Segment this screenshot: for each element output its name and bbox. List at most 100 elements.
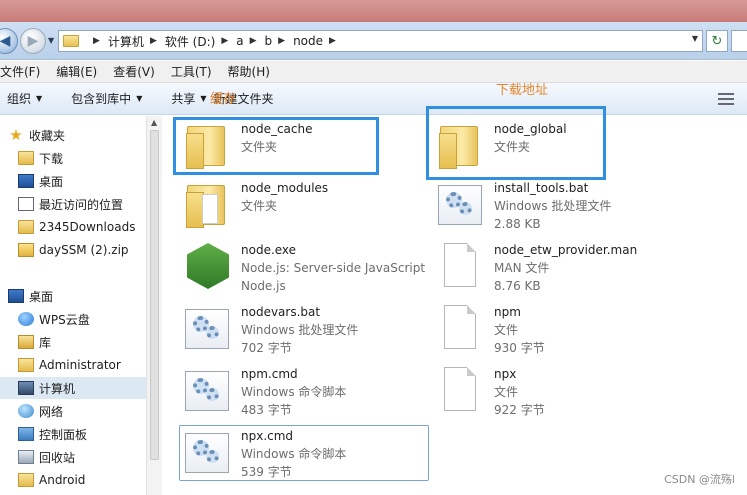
title-bar xyxy=(0,0,747,22)
view-options-icon[interactable] xyxy=(718,90,734,106)
organize-button[interactable]: 组织 ▼ xyxy=(7,90,42,107)
batch-file-icon xyxy=(183,303,233,353)
nav-control-panel[interactable]: 控制面板 xyxy=(18,423,164,445)
nav-wps-cloud[interactable]: WPS云盘 xyxy=(18,308,164,330)
refresh-button[interactable]: ↻ xyxy=(706,30,728,52)
menu-view[interactable]: 查看(V) xyxy=(113,63,163,80)
file-item[interactable]: npx 文件 922 字节 xyxy=(436,365,545,419)
chevron-up-icon[interactable]: ▲ xyxy=(151,118,157,127)
file-type: MAN 文件 xyxy=(494,261,550,275)
organize-label: 组织 xyxy=(7,92,32,106)
chevron-right-icon[interactable]: ▶ xyxy=(150,36,157,46)
chevron-right-icon[interactable]: ▶ xyxy=(250,36,257,46)
nav-network[interactable]: 网络 xyxy=(18,400,164,422)
nav-label: 桌面 xyxy=(39,174,64,189)
scrollbar-thumb[interactable] xyxy=(150,130,159,460)
nav-downloads[interactable]: 下载 xyxy=(18,147,164,169)
share-button[interactable]: 共享 ▼ xyxy=(171,90,206,107)
nav-label: daySSM (2).zip xyxy=(39,243,129,257)
nav-label: 下载 xyxy=(39,151,64,166)
library-icon xyxy=(18,335,34,349)
nav-favorites[interactable]: ★ 收藏夹 xyxy=(8,124,154,146)
nav-desktop[interactable]: 桌面 xyxy=(8,285,154,307)
nav-desktop-fav[interactable]: 桌面 xyxy=(18,170,164,192)
file-size: 930 字节 xyxy=(494,341,545,355)
file-name: install_tools.bat xyxy=(494,181,589,195)
nav-label: Android xyxy=(39,473,86,487)
file-name: node_global xyxy=(494,122,567,136)
annotation-global: 下载地址 xyxy=(496,83,549,98)
nav-scrollbar[interactable]: ▲ xyxy=(146,116,162,495)
breadcrumb-a[interactable]: a xyxy=(236,34,243,48)
watermark: CSDN @流殇l xyxy=(664,473,735,486)
breadcrumb-drive[interactable]: 软件 (D:) xyxy=(165,33,215,50)
file-item[interactable]: install_tools.bat Windows 批处理文件 2.88 KB xyxy=(436,179,611,233)
history-dropdown-icon[interactable]: ▼ xyxy=(48,36,54,45)
file-size: 539 字节 xyxy=(241,465,292,479)
nav-label: 收藏夹 xyxy=(29,128,66,143)
file-type: 文件夹 xyxy=(241,140,278,154)
breadcrumb-node[interactable]: node xyxy=(293,34,323,48)
search-input[interactable] xyxy=(731,30,747,52)
nav-computer[interactable]: 计算机 xyxy=(0,377,146,399)
file-type: 文件 xyxy=(494,385,519,399)
file-item[interactable]: node.exe Node.js: Server-side JavaScript… xyxy=(183,241,425,295)
address-dropdown-icon[interactable]: ▼ xyxy=(692,34,698,43)
nav-recent[interactable]: 最近访问的位置 xyxy=(18,193,164,215)
navigation-pane: ★ 收藏夹 下载 桌面 最近访问的位置 2345Downloads daySSM… xyxy=(0,116,146,495)
nav-label: 桌面 xyxy=(29,289,54,304)
nav-administrator[interactable]: Administrator xyxy=(18,354,164,376)
file-name: node_etw_provider.man xyxy=(494,243,638,257)
file-list: node_cache 文件夹 node_global 文件夹 node_modu… xyxy=(163,106,747,495)
file-item[interactable]: npm.cmd Windows 命令脚本 483 字节 xyxy=(183,365,346,419)
breadcrumb-b[interactable]: b xyxy=(265,34,273,48)
nav-libraries[interactable]: 库 xyxy=(18,331,164,353)
chevron-right-icon[interactable]: ▶ xyxy=(278,36,285,46)
address-toolbar: ◀ ▶ ▼ ▶ 计算机 ▶ 软件 (D:) ▶ a ▶ b ▶ node ▶ ▼… xyxy=(0,22,747,60)
recent-places-icon xyxy=(18,197,34,211)
chevron-right-icon[interactable]: ▶ xyxy=(93,36,100,46)
nav-2345downloads[interactable]: 2345Downloads xyxy=(18,216,164,238)
nav-recycle-bin[interactable]: 回收站 xyxy=(18,446,164,468)
file-type: 文件 xyxy=(494,323,519,337)
batch-file-icon xyxy=(183,365,233,415)
nav-android[interactable]: Android xyxy=(18,469,164,491)
address-bar[interactable]: ▶ 计算机 ▶ 软件 (D:) ▶ a ▶ b ▶ node ▶ ▼ xyxy=(58,30,703,52)
folder-icon xyxy=(18,473,34,487)
file-size: 483 字节 xyxy=(241,403,292,417)
file-item[interactable]: node_etw_provider.man MAN 文件 8.76 KB xyxy=(436,241,637,295)
zip-file-icon xyxy=(18,243,34,257)
file-item[interactable]: npm 文件 930 字节 xyxy=(436,303,545,357)
file-item[interactable]: node_global 文件夹 xyxy=(436,120,567,170)
nav-label: 2345Downloads xyxy=(39,220,136,234)
blank-file-icon xyxy=(436,241,486,291)
file-item[interactable]: nodevars.bat Windows 批处理文件 702 字节 xyxy=(183,303,358,357)
menu-tools[interactable]: 工具(T) xyxy=(171,63,220,80)
menu-help[interactable]: 帮助(H) xyxy=(228,63,278,80)
file-item[interactable]: node_modules 文件夹 xyxy=(183,179,328,229)
menu-edit[interactable]: 编辑(E) xyxy=(56,63,105,80)
breadcrumb: ▶ 计算机 ▶ 软件 (D:) ▶ a ▶ b ▶ node ▶ xyxy=(87,33,344,50)
back-button[interactable]: ◀ xyxy=(0,28,18,54)
recycle-bin-icon xyxy=(18,450,34,464)
chevron-down-icon: ▼ xyxy=(200,94,207,103)
blank-file-icon xyxy=(436,303,486,353)
nav-dayssm-zip[interactable]: daySSM (2).zip xyxy=(18,239,164,261)
breadcrumb-computer[interactable]: 计算机 xyxy=(108,33,144,50)
nav-label: 控制面板 xyxy=(39,427,88,442)
chevron-right-icon[interactable]: ▶ xyxy=(329,36,336,46)
forward-button[interactable]: ▶ xyxy=(20,28,46,54)
file-type: Windows 批处理文件 xyxy=(241,323,359,337)
file-name: node_modules xyxy=(241,181,329,195)
control-panel-icon xyxy=(18,427,34,441)
network-icon xyxy=(18,404,34,418)
include-library-button[interactable]: 包含到库中 ▼ xyxy=(71,90,142,107)
computer-icon xyxy=(18,381,34,395)
user-folder-icon xyxy=(18,358,34,372)
file-size: 2.88 KB xyxy=(494,217,541,231)
menu-file[interactable]: 文件(F) xyxy=(0,63,48,80)
chevron-right-icon[interactable]: ▶ xyxy=(221,36,228,46)
file-item[interactable]: node_cache 文件夹 xyxy=(183,120,312,170)
file-item[interactable]: npx.cmd Windows 命令脚本 539 字节 xyxy=(183,427,346,481)
star-icon: ★ xyxy=(9,126,23,144)
